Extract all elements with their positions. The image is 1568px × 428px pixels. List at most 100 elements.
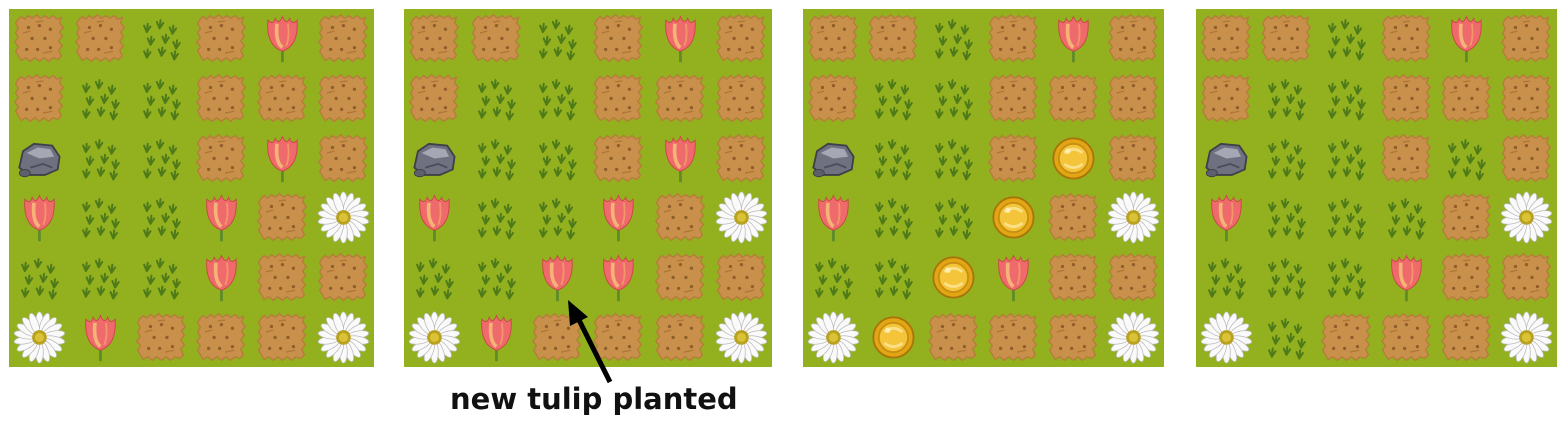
dirt-tile[interactable] bbox=[1379, 310, 1434, 365]
dirt-tile[interactable] bbox=[194, 310, 249, 365]
coin-icon[interactable] bbox=[866, 310, 921, 365]
tulip-icon[interactable] bbox=[194, 190, 249, 245]
dirt-tile[interactable] bbox=[986, 11, 1041, 66]
grass-tile[interactable] bbox=[1199, 250, 1254, 305]
grass-tile[interactable] bbox=[926, 190, 981, 245]
grass-tile[interactable] bbox=[73, 190, 128, 245]
daisy-icon[interactable] bbox=[1499, 310, 1554, 365]
daisy-icon[interactable] bbox=[714, 310, 769, 365]
daisy-icon[interactable] bbox=[1499, 190, 1554, 245]
dirt-tile[interactable] bbox=[714, 11, 769, 66]
dirt-tile[interactable] bbox=[806, 71, 861, 126]
dirt-tile[interactable] bbox=[1499, 131, 1554, 186]
dirt-tile[interactable] bbox=[1499, 71, 1554, 126]
tulip-icon[interactable] bbox=[469, 310, 524, 365]
dirt-tile[interactable] bbox=[986, 310, 1041, 365]
daisy-icon[interactable] bbox=[1106, 310, 1161, 365]
dirt-tile[interactable] bbox=[255, 250, 310, 305]
tulip-icon[interactable] bbox=[255, 131, 310, 186]
dirt-tile[interactable] bbox=[1046, 250, 1101, 305]
tulip-icon[interactable] bbox=[255, 11, 310, 66]
grass-tile[interactable] bbox=[806, 250, 861, 305]
coin-icon[interactable] bbox=[986, 190, 1041, 245]
grass-tile[interactable] bbox=[1439, 131, 1494, 186]
dirt-tile[interactable] bbox=[255, 190, 310, 245]
grass-tile[interactable] bbox=[1319, 71, 1374, 126]
dirt-tile[interactable] bbox=[806, 11, 861, 66]
tulip-icon[interactable] bbox=[591, 190, 646, 245]
dirt-tile[interactable] bbox=[530, 310, 585, 365]
grass-tile[interactable] bbox=[469, 190, 524, 245]
dirt-tile[interactable] bbox=[469, 11, 524, 66]
tulip-icon[interactable] bbox=[806, 190, 861, 245]
dirt-tile[interactable] bbox=[986, 71, 1041, 126]
grass-tile[interactable] bbox=[530, 71, 585, 126]
daisy-icon[interactable] bbox=[316, 190, 371, 245]
daisy-icon[interactable] bbox=[714, 190, 769, 245]
coin-icon[interactable] bbox=[1046, 131, 1101, 186]
dirt-tile[interactable] bbox=[1046, 190, 1101, 245]
tulip-icon[interactable] bbox=[1379, 250, 1434, 305]
dirt-tile[interactable] bbox=[316, 250, 371, 305]
grass-tile[interactable] bbox=[1379, 190, 1434, 245]
dirt-tile[interactable] bbox=[194, 71, 249, 126]
dirt-tile[interactable] bbox=[1499, 250, 1554, 305]
dirt-tile[interactable] bbox=[255, 310, 310, 365]
grass-tile[interactable] bbox=[866, 190, 921, 245]
grass-tile[interactable] bbox=[926, 11, 981, 66]
grass-tile[interactable] bbox=[530, 190, 585, 245]
grass-tile[interactable] bbox=[73, 131, 128, 186]
dirt-tile[interactable] bbox=[1439, 310, 1494, 365]
dirt-tile[interactable] bbox=[1379, 71, 1434, 126]
daisy-icon[interactable] bbox=[12, 310, 67, 365]
dirt-tile[interactable] bbox=[591, 11, 646, 66]
dirt-tile[interactable] bbox=[926, 310, 981, 365]
tulip-icon[interactable] bbox=[986, 250, 1041, 305]
grass-tile[interactable] bbox=[866, 131, 921, 186]
dirt-tile[interactable] bbox=[1199, 71, 1254, 126]
dirt-tile[interactable] bbox=[1319, 310, 1374, 365]
tulip-icon[interactable] bbox=[653, 11, 708, 66]
dirt-tile[interactable] bbox=[986, 131, 1041, 186]
dirt-tile[interactable] bbox=[1046, 71, 1101, 126]
dirt-tile[interactable] bbox=[1439, 250, 1494, 305]
dirt-tile[interactable] bbox=[653, 190, 708, 245]
grass-tile[interactable] bbox=[1259, 71, 1314, 126]
grass-tile[interactable] bbox=[926, 131, 981, 186]
dirt-tile[interactable] bbox=[194, 131, 249, 186]
coin-icon[interactable] bbox=[926, 250, 981, 305]
grass-tile[interactable] bbox=[1259, 131, 1314, 186]
grass-tile[interactable] bbox=[469, 250, 524, 305]
dirt-tile[interactable] bbox=[866, 11, 921, 66]
dirt-tile[interactable] bbox=[1106, 131, 1161, 186]
dirt-tile[interactable] bbox=[407, 11, 462, 66]
grass-tile[interactable] bbox=[1259, 250, 1314, 305]
grass-tile[interactable] bbox=[866, 250, 921, 305]
dirt-tile[interactable] bbox=[134, 310, 189, 365]
grass-tile[interactable] bbox=[926, 71, 981, 126]
grass-tile[interactable] bbox=[1319, 11, 1374, 66]
grass-tile[interactable] bbox=[134, 11, 189, 66]
grass-tile[interactable] bbox=[1319, 190, 1374, 245]
dirt-tile[interactable] bbox=[407, 71, 462, 126]
dirt-tile[interactable] bbox=[1106, 250, 1161, 305]
dirt-tile[interactable] bbox=[194, 11, 249, 66]
tulip-icon[interactable] bbox=[73, 310, 128, 365]
daisy-icon[interactable] bbox=[806, 310, 861, 365]
dirt-tile[interactable] bbox=[653, 250, 708, 305]
daisy-icon[interactable] bbox=[1106, 190, 1161, 245]
dirt-tile[interactable] bbox=[12, 71, 67, 126]
rock-icon[interactable] bbox=[407, 131, 462, 186]
grass-tile[interactable] bbox=[134, 190, 189, 245]
dirt-tile[interactable] bbox=[1439, 71, 1494, 126]
dirt-tile[interactable] bbox=[1379, 11, 1434, 66]
dirt-tile[interactable] bbox=[591, 131, 646, 186]
grass-tile[interactable] bbox=[1319, 131, 1374, 186]
daisy-icon[interactable] bbox=[1199, 310, 1254, 365]
dirt-tile[interactable] bbox=[591, 310, 646, 365]
tulip-icon[interactable] bbox=[1046, 11, 1101, 66]
dirt-tile[interactable] bbox=[73, 11, 128, 66]
grass-tile[interactable] bbox=[866, 71, 921, 126]
grass-tile[interactable] bbox=[469, 131, 524, 186]
dirt-tile[interactable] bbox=[1046, 310, 1101, 365]
